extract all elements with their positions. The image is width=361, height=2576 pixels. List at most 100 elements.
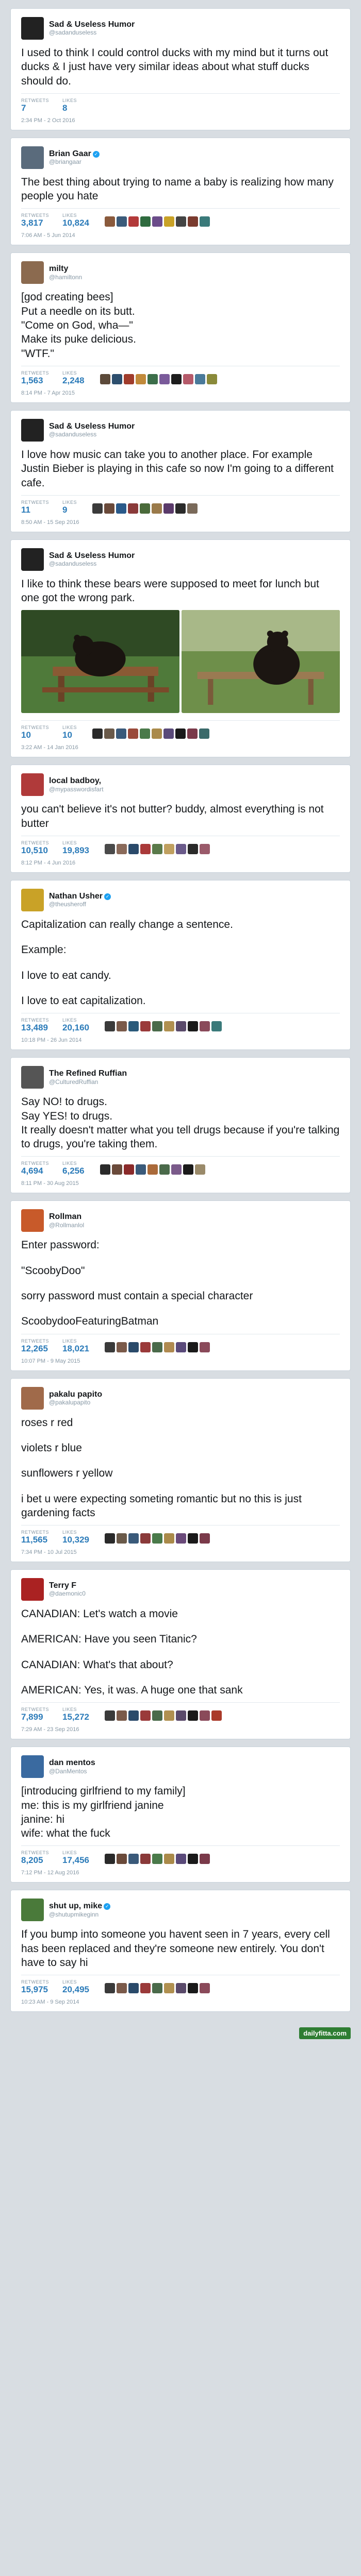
liker-avatar[interactable] [176,844,187,855]
liker-avatar[interactable] [117,1342,127,1352]
likes-stat[interactable]: LIKES 18,021 [62,1338,89,1354]
liker-avatar[interactable] [176,1533,187,1544]
liker-avatar[interactable] [116,503,127,514]
author-name[interactable]: Nathan Usher [49,892,103,901]
liker-avatar[interactable] [152,844,163,855]
tweet-timestamp[interactable]: 2:34 PM - 2 Oct 2016 [21,117,340,124]
tweet-card[interactable]: milty @hamiltonn [god creating bees] Put a … [10,252,351,403]
likes-stat[interactable]: LIKES 15,272 [62,1707,89,1722]
tweet-card[interactable]: Rollman @Rollmanlol Enter password: "Scooby… [10,1200,351,1371]
author-name[interactable]: Sad & Useless Humor [49,20,135,29]
likes-stat[interactable]: LIKES 8 [62,98,77,113]
liker-avatar[interactable] [117,1983,127,1994]
liker-avatar[interactable] [152,503,162,514]
retweets-stat[interactable]: RETWEETS 10,510 [21,840,49,856]
liker-avatar[interactable] [117,844,127,855]
author-handle[interactable]: @sadanduseless [49,29,135,37]
retweets-stat[interactable]: RETWEETS 7 [21,98,49,113]
likes-stat[interactable]: LIKES 10,329 [62,1530,89,1545]
liker-avatar[interactable] [92,503,103,514]
tweet-timestamp[interactable]: 7:29 AM - 23 Sep 2016 [21,1726,340,1733]
author-name[interactable]: Rollman [49,1212,81,1221]
liker-avatar[interactable] [128,844,139,855]
author-handle[interactable]: @theusheroff [49,901,111,908]
tweet-card[interactable]: local badboy, @mypasswordisfart you can't … [10,765,351,873]
liker-avatar[interactable] [152,1021,163,1032]
author-name[interactable]: pakalu papito [49,1390,102,1399]
liker-avatar[interactable] [159,1164,170,1175]
tweet-card[interactable]: Nathan Usher ✓ @theusheroff Capitalization … [10,880,351,1050]
retweets-stat[interactable]: RETWEETS 3,817 [21,213,49,228]
author-handle[interactable]: @shutupmikeginn [49,1911,110,1919]
author-handle[interactable]: @hamiltonn [49,274,82,281]
tweet-card[interactable]: Sad & Useless Humor @sadanduseless I used … [10,8,351,130]
liker-avatar[interactable] [152,1710,163,1721]
tweet-timestamp[interactable]: 7:34 PM - 10 Jul 2015 [21,1549,340,1555]
liker-avatar[interactable] [164,1854,175,1865]
liker-avatar[interactable] [176,1854,187,1865]
liker-avatar[interactable] [200,844,210,855]
liker-avatar[interactable] [128,1021,139,1032]
likes-stat[interactable]: LIKES 10 [62,725,77,740]
avatar[interactable] [21,548,44,571]
liker-avatar[interactable] [200,1710,210,1721]
liker-avatar[interactable] [105,1854,116,1865]
liker-avatar[interactable] [128,1983,139,1994]
author-handle[interactable]: @DanMentos [49,1768,95,1775]
liker-avatar[interactable] [105,1710,116,1721]
retweets-stat[interactable]: RETWEETS 1,563 [21,370,49,386]
liker-avatar[interactable] [123,374,134,384]
liker-avatar[interactable] [140,728,151,739]
author-handle[interactable]: @briangaar [49,158,100,166]
liker-avatar[interactable] [117,1854,127,1865]
liker-avatar[interactable] [128,728,139,739]
liker-avatar[interactable] [194,1164,205,1175]
liker-avatar[interactable] [100,1164,110,1175]
liker-avatar[interactable] [200,1854,210,1865]
retweets-stat[interactable]: RETWEETS 10 [21,725,49,740]
tweet-timestamp[interactable]: 8:14 PM - 7 Apr 2015 [21,390,340,396]
avatar[interactable] [21,1386,44,1410]
liker-avatar[interactable] [135,374,146,384]
liker-avatar[interactable] [140,1854,151,1865]
author-name[interactable]: The Refined Ruffian [49,1069,127,1078]
likes-stat[interactable]: LIKES 20,160 [62,1018,89,1033]
liker-avatar[interactable] [111,1164,122,1175]
liker-avatar[interactable] [152,1854,163,1865]
liker-avatar[interactable] [171,1164,182,1175]
tweet-timestamp[interactable]: 10:23 AM - 9 Sep 2014 [21,1999,340,2005]
author-name[interactable]: shut up, mike [49,1902,102,1910]
liker-avatar[interactable] [187,503,198,514]
tweet-timestamp[interactable]: 7:06 AM - 5 Jun 2014 [21,232,340,239]
author-name[interactable]: Sad & Useless Humor [49,422,135,431]
author-handle[interactable]: @CulturedRuffian [49,1078,127,1086]
liker-avatar[interactable] [117,1710,127,1721]
tweet-timestamp[interactable]: 8:12 PM - 4 Jun 2016 [21,860,340,866]
liker-avatar[interactable] [140,1983,151,1994]
author-name[interactable]: local badboy, [49,776,101,785]
liker-avatar[interactable] [152,216,163,227]
liker-avatar[interactable] [105,1533,116,1544]
liker-avatar[interactable] [140,503,151,514]
liker-avatar[interactable] [140,1021,151,1032]
liker-avatar[interactable] [200,1533,210,1544]
liker-avatar[interactable] [188,1533,199,1544]
liker-avatar[interactable] [188,1983,199,1994]
tweet-card[interactable]: shut up, mike ✓ @shutupmikeginn If you bump… [10,1890,351,2012]
author-name[interactable]: Sad & Useless Humor [49,551,135,560]
likes-stat[interactable]: LIKES 2,248 [62,370,85,386]
liker-avatar[interactable] [117,1533,127,1544]
liker-avatar[interactable] [211,1021,222,1032]
liker-avatar[interactable] [140,844,151,855]
avatar[interactable] [21,418,44,442]
retweets-stat[interactable]: RETWEETS 12,265 [21,1338,49,1354]
author-handle[interactable]: @daemonic0 [49,1590,86,1598]
tweet-card[interactable]: Terry F @daemonic0 CANADIAN: Let's watch a… [10,1569,351,1740]
liker-avatar[interactable] [152,1533,163,1544]
liker-avatar[interactable] [117,216,127,227]
liker-avatar[interactable] [199,728,210,739]
liker-avatar[interactable] [164,1710,175,1721]
liker-avatar[interactable] [159,374,170,384]
liker-avatar[interactable] [176,1021,187,1032]
retweets-stat[interactable]: RETWEETS 15,975 [21,1979,49,1995]
